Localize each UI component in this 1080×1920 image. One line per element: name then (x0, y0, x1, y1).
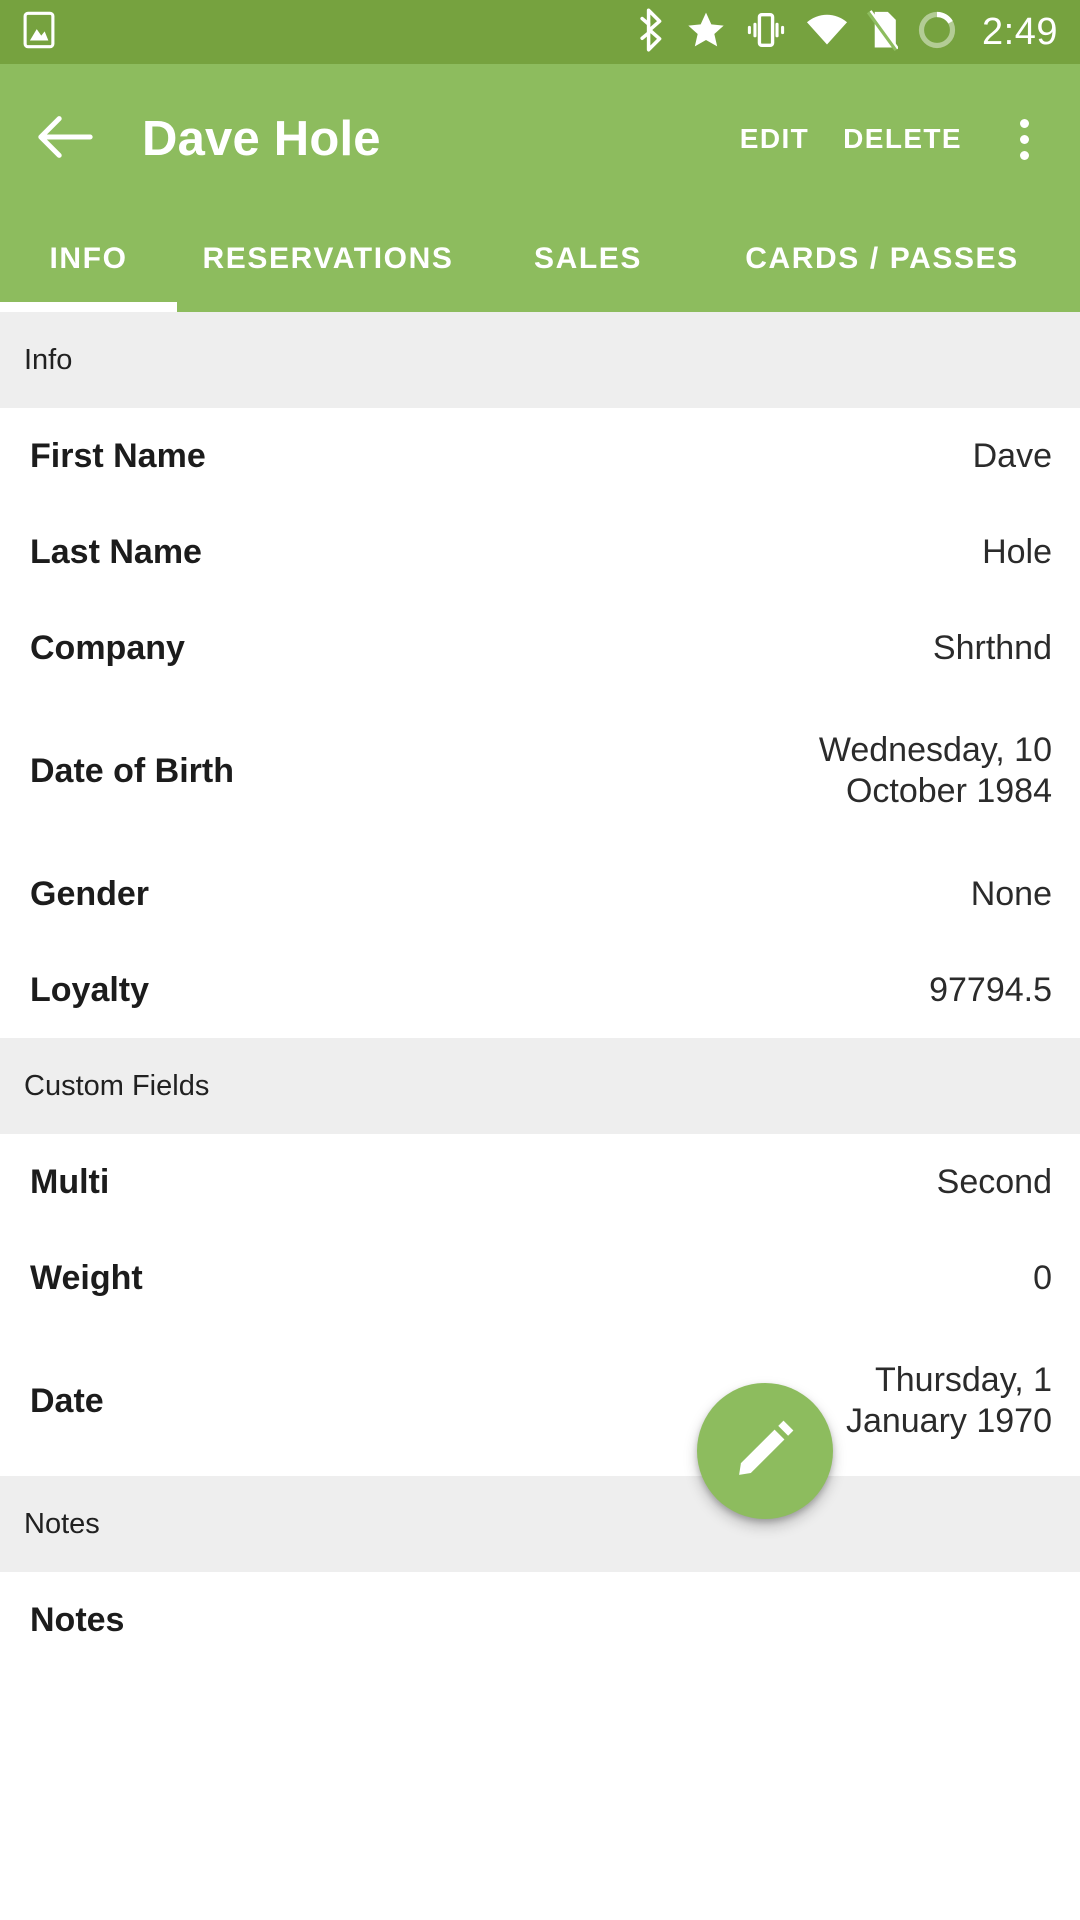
row-value: Second (936, 1162, 1052, 1201)
row-label: Gender (30, 874, 150, 913)
app-bar-top: Dave Hole EDIT DELETE (0, 64, 1080, 214)
no-sim-icon (866, 9, 899, 56)
row-label: Weight (30, 1258, 143, 1297)
table-row[interactable]: Loyalty 97794.5 (0, 942, 1080, 1038)
row-label: Loyalty (30, 970, 150, 1009)
app-root: 2:49 Dave Hole EDIT DELETE INFO RESERVAT… (0, 0, 1080, 1920)
status-bar-left (22, 10, 56, 55)
battery-icon (916, 9, 958, 56)
edit-fab-button[interactable] (697, 1383, 833, 1519)
page-title: Dave Hole (142, 112, 381, 166)
section-header-info: Info (0, 312, 1080, 408)
status-bar-right: 2:49 (638, 7, 1058, 57)
wifi-icon (806, 13, 848, 52)
row-value: 97794.5 (929, 970, 1052, 1009)
row-label: Multi (30, 1162, 110, 1201)
bluetooth-icon (638, 7, 668, 57)
row-value: Wednesday, 10 October 1984 (818, 730, 1052, 810)
back-button[interactable] (28, 102, 102, 176)
row-label: First Name (30, 436, 206, 475)
row-value: Shrthnd (932, 628, 1052, 667)
tab-reservations[interactable]: RESERVATIONS (198, 242, 458, 312)
star-icon (686, 10, 726, 55)
section-title: Notes (24, 1507, 100, 1540)
overflow-dot (1019, 118, 1029, 128)
row-label: Date of Birth (30, 751, 234, 790)
table-row[interactable]: Date Thursday, 1 January 1970 (0, 1326, 1080, 1476)
status-bar: 2:49 (0, 0, 1080, 64)
row-label: Last Name (30, 532, 202, 571)
app-bar: Dave Hole EDIT DELETE INFO RESERVATIONS … (0, 64, 1080, 312)
image-icon (22, 10, 56, 55)
table-row[interactable]: Notes (0, 1572, 1080, 1668)
vibrate-icon (744, 11, 788, 54)
row-value: Hole (982, 532, 1052, 571)
table-row[interactable]: Date of Birth Wednesday, 10 October 1984 (0, 696, 1080, 846)
section-header-custom-fields: Custom Fields (0, 1038, 1080, 1134)
section-title: Custom Fields (24, 1069, 210, 1102)
row-value: 0 (1033, 1258, 1052, 1297)
table-row[interactable]: Company Shrthnd (0, 600, 1080, 696)
row-value: None (970, 874, 1052, 913)
table-row[interactable]: Weight 0 (0, 1230, 1080, 1326)
detail-list: Info First Name Dave Last Name Hole Comp… (0, 312, 1080, 1668)
section-header-notes: Notes (0, 1476, 1080, 1572)
pencil-icon (728, 1412, 802, 1491)
overflow-dot (1019, 150, 1029, 160)
overflow-menu-icon[interactable] (996, 102, 1052, 176)
row-label: Date (30, 1381, 104, 1420)
row-label: Notes (30, 1600, 125, 1639)
edit-button[interactable]: EDIT (740, 123, 809, 155)
tab-bar: INFO RESERVATIONS SALES CARDS / PASSES (0, 214, 1080, 312)
table-row[interactable]: Gender None (0, 846, 1080, 942)
tab-info[interactable]: INFO (0, 242, 177, 312)
row-value: Dave (972, 436, 1052, 475)
table-row[interactable]: Multi Second (0, 1134, 1080, 1230)
table-row[interactable]: First Name Dave (0, 408, 1080, 504)
status-bar-clock: 2:49 (982, 10, 1058, 53)
tab-sales[interactable]: SALES (496, 242, 680, 312)
section-title: Info (24, 343, 73, 376)
back-arrow-icon (36, 113, 94, 166)
delete-button[interactable]: DELETE (843, 123, 962, 155)
table-row[interactable]: Last Name Hole (0, 504, 1080, 600)
overflow-dot (1019, 134, 1029, 144)
tab-cards-passes[interactable]: CARDS / PASSES (742, 242, 1022, 312)
row-label: Company (30, 628, 185, 667)
